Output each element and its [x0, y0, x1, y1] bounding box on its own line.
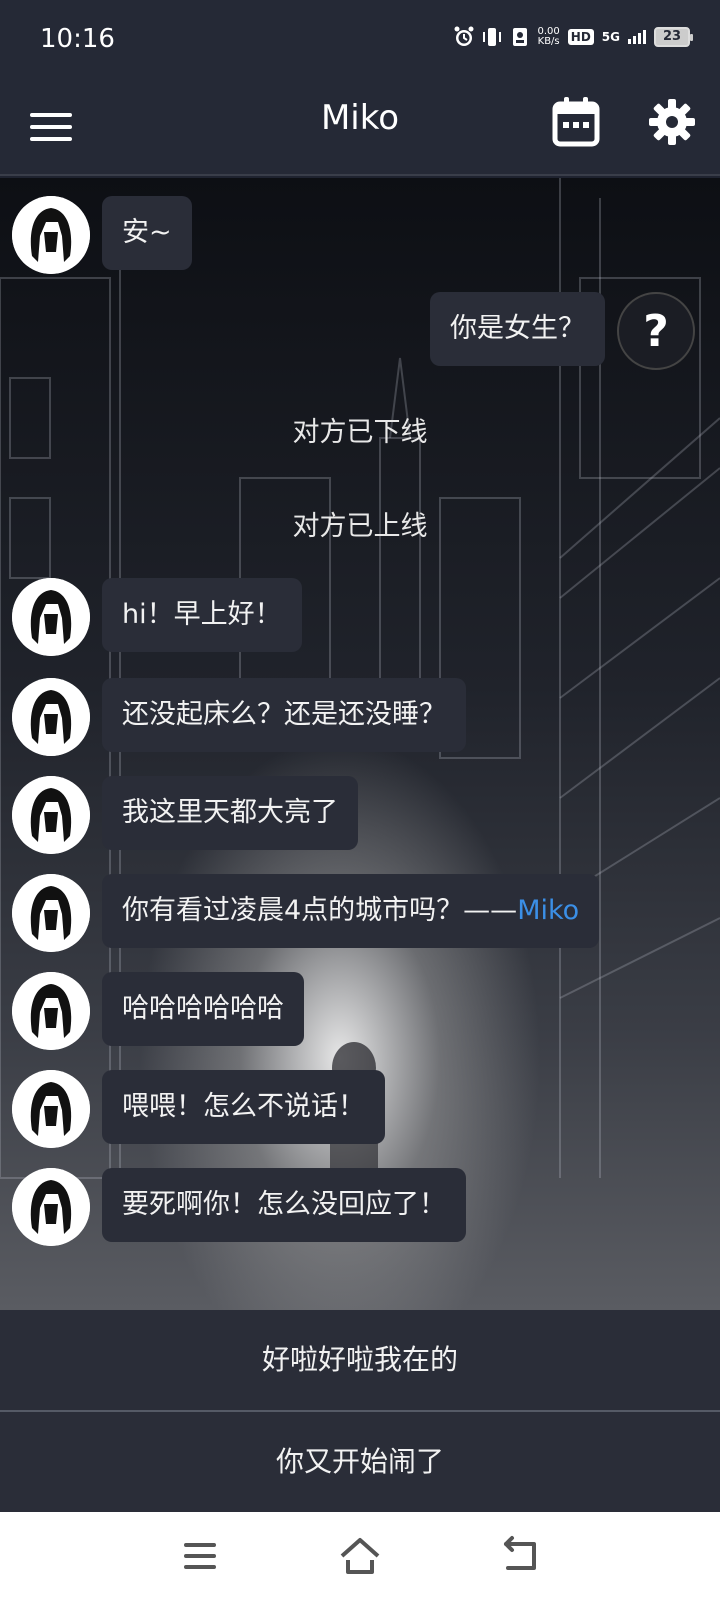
system-nav-bar [0, 1512, 720, 1600]
message-bubble: 你有看过凌晨4点的城市吗？——Miko [102, 874, 600, 948]
miko-avatar[interactable] [12, 776, 90, 854]
miko-avatar[interactable] [12, 874, 90, 952]
back-button[interactable] [498, 1534, 542, 1578]
message-bubble: hi！早上好！ [102, 578, 302, 652]
recents-button[interactable] [178, 1534, 222, 1578]
miko-avatar[interactable] [12, 678, 90, 756]
back-arrow-icon [504, 1536, 536, 1570]
calendar-icon [552, 97, 600, 147]
network-speed: 0.00 KB/s [538, 27, 560, 47]
settings-button[interactable] [648, 98, 696, 146]
gear-icon [649, 99, 695, 145]
message-row: 我这里天都大亮了 [12, 776, 358, 854]
message-bubble-self: 你是女生？ [430, 292, 605, 366]
network-speed-unit: KB/s [537, 36, 560, 47]
battery-icon: 23 [654, 27, 693, 47]
vibrate-icon [482, 28, 501, 46]
message-row: 你有看过凌晨4点的城市吗？——Miko [12, 874, 600, 952]
chat-title: Miko [320, 98, 400, 138]
system-notice: 对方已上线 [292, 511, 428, 542]
message-bubble: 要死啊你！怎么没回应了！ [102, 1168, 466, 1242]
miko-avatar[interactable] [12, 196, 90, 274]
message-text: 你有看过凌晨4点的城市吗？—— [122, 895, 518, 926]
message-bubble: 安~ [102, 196, 192, 270]
status-bar: 10:16 0.00 KB/s HD 5G 23 [0, 0, 720, 80]
miko-avatar[interactable] [12, 1168, 90, 1246]
reply-option-2[interactable]: 你又开始闹了 [0, 1412, 720, 1512]
miko-avatar[interactable] [12, 972, 90, 1050]
home-icon [340, 1538, 380, 1574]
message-row: 安~ [12, 196, 192, 274]
calendar-button[interactable] [552, 96, 600, 148]
message-signature: Miko [517, 895, 580, 926]
message-bubble: 还没起床么？还是还没睡？ [102, 678, 466, 752]
status-time: 10:16 [40, 24, 115, 54]
message-row: 要死啊你！怎么没回应了！ [12, 1168, 466, 1246]
contact-card-icon [512, 28, 527, 46]
status-icons: 0.00 KB/s HD 5G 23 [454, 26, 693, 48]
message-row: 还没起床么？还是还没睡？ [12, 678, 466, 756]
chat-area[interactable]: 安~ 你是女生？ ? 对方已下线 对方已上线 hi！早上好！ 还没起床么？还是还… [0, 178, 720, 1310]
message-bubble: 喂喂！怎么不说话！ [102, 1070, 385, 1144]
menu-lines-icon [184, 1543, 216, 1569]
message-row: hi！早上好！ [12, 578, 302, 656]
message-bubble: 我这里天都大亮了 [102, 776, 358, 850]
signal-bars-icon [628, 30, 646, 44]
system-notice: 对方已下线 [292, 417, 428, 448]
hd-badge: HD [567, 29, 594, 45]
reply-option-1[interactable]: 好啦好啦我在的 [0, 1310, 720, 1410]
alarm-icon [454, 26, 474, 46]
message-bubble: 哈哈哈哈哈哈 [102, 972, 304, 1046]
message-row: 喂喂！怎么不说话！ [12, 1070, 385, 1148]
user-avatar[interactable]: ? [617, 292, 695, 370]
message-row-self: 你是女生？ ? [430, 292, 695, 370]
miko-avatar[interactable] [12, 578, 90, 656]
home-button[interactable] [338, 1534, 382, 1578]
app-header: Miko [0, 80, 720, 176]
miko-avatar[interactable] [12, 1070, 90, 1148]
network-type: 5G [601, 30, 620, 44]
message-row: 哈哈哈哈哈哈 [12, 972, 304, 1050]
